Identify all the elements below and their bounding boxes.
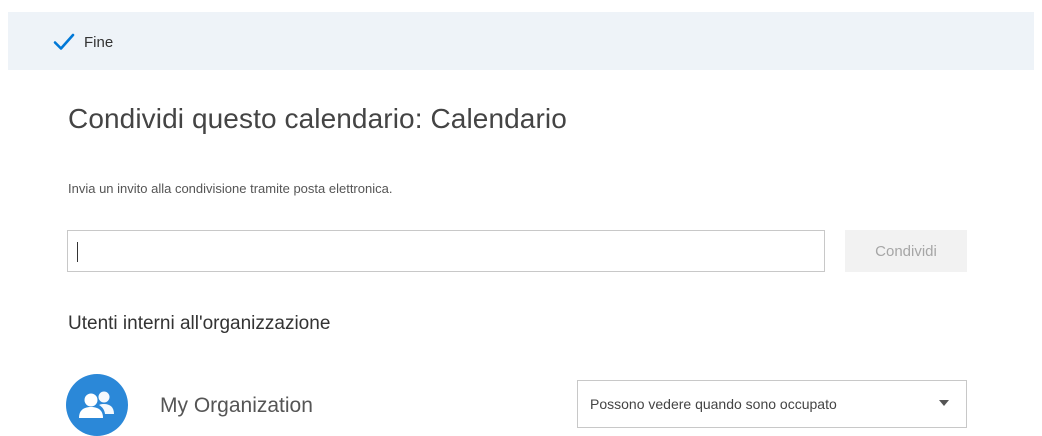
command-bar: Fine xyxy=(8,12,1034,70)
people-group-icon xyxy=(79,391,114,418)
permission-dropdown[interactable]: Possono vedere quando sono occupato xyxy=(577,380,967,428)
organization-name: My Organization xyxy=(160,394,313,417)
invite-instructions: Invia un invito alla condivisione tramit… xyxy=(68,181,393,196)
permission-selected-value: Possono vedere quando sono occupato xyxy=(590,396,837,412)
share-calendar-page: Fine Condividi questo calendario: Calend… xyxy=(0,0,1042,436)
done-button[interactable]: Fine xyxy=(52,28,113,56)
organization-avatar xyxy=(66,374,128,436)
done-label: Fine xyxy=(84,33,114,51)
checkmark-icon xyxy=(52,30,76,54)
chevron-down-icon xyxy=(939,400,949,406)
internal-users-heading: Utenti interni all'organizzazione xyxy=(68,313,331,334)
page-title: Condividi questo calendario: Calendario xyxy=(68,103,567,134)
invite-email-input[interactable] xyxy=(67,230,825,272)
text-caret xyxy=(77,242,78,262)
share-button[interactable]: Condividi xyxy=(845,230,967,272)
